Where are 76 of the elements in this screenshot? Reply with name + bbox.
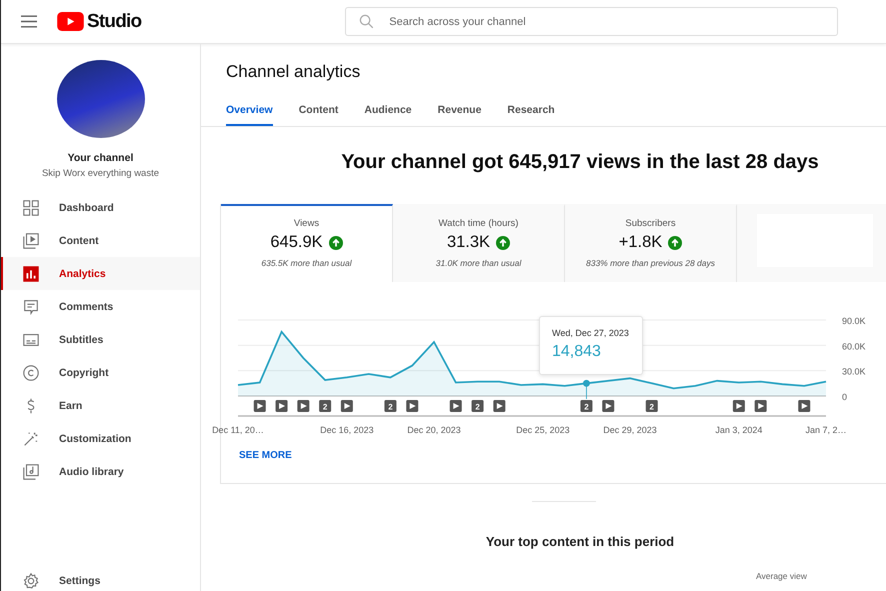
sidebar-item[interactable]: Earn: [1, 389, 200, 422]
x-tick-label: Dec 29, 2023: [603, 425, 657, 435]
sidebar-item[interactable]: Dashboard: [1, 191, 200, 224]
sidebar-item[interactable]: Analytics: [1, 257, 200, 290]
metric-value: +1.8K: [618, 233, 662, 252]
metric-note: 833% more than previous 28 days: [586, 258, 715, 268]
video-marker-icon[interactable]: [297, 400, 310, 412]
see-more-link[interactable]: SEE MORE: [239, 450, 292, 461]
comments-icon: [22, 298, 40, 316]
copyright-icon: [22, 364, 40, 382]
tab[interactable]: Content: [298, 104, 338, 126]
customization-icon: [22, 430, 40, 448]
video-marker-icon[interactable]: [754, 400, 767, 412]
logo-text: Studio: [87, 10, 142, 32]
audio-icon: [22, 462, 40, 480]
sidebar-item[interactable]: Copyright: [1, 356, 200, 389]
metric-label: Subscribers: [625, 218, 676, 229]
settings-icon: [22, 572, 40, 590]
y-tick-label: 30.0K: [842, 366, 866, 377]
y-tick-label: 60.0K: [842, 341, 866, 352]
metric-tab[interactable]: Subscribers +1.8K 833% more than previous 28 days: [565, 204, 737, 282]
metric-note: 635.5K more than usual: [261, 258, 352, 268]
tab[interactable]: Research: [507, 104, 555, 126]
tab[interactable]: Revenue: [438, 104, 482, 126]
x-tick-label: Dec 16, 2023: [320, 425, 374, 435]
y-tick-label: 90.0K: [842, 316, 866, 326]
tooltip-date: Wed, Dec 27, 2023: [552, 328, 630, 338]
metric-label: Views: [294, 218, 320, 229]
video-marker-icon[interactable]: [406, 400, 418, 412]
x-tick-label: Dec 25, 2023: [516, 425, 570, 435]
video-marker-icon[interactable]: [798, 400, 810, 412]
tooltip-value: 14,843: [552, 343, 602, 361]
tab[interactable]: Overview: [226, 104, 273, 126]
play-logo-icon: [57, 12, 84, 31]
x-tick-label: Jan 7, 2…: [805, 425, 847, 435]
menu-icon[interactable]: [21, 15, 37, 28]
video-marker-icon[interactable]: [340, 400, 353, 412]
metric-value: 31.3K: [446, 233, 490, 252]
sidebar-item[interactable]: Settings: [1, 564, 200, 591]
video-marker-icon[interactable]: [254, 400, 266, 412]
metric-value: 645.9K: [270, 233, 323, 252]
y-tick-label: 0: [842, 392, 848, 402]
metric-note: 31.0K more than usual: [436, 258, 522, 268]
headline: Your channel got 645,917 views in the last 28 days: [340, 151, 820, 174]
sidebar-item[interactable]: Comments: [1, 290, 200, 323]
video-marker-icon[interactable]: [493, 400, 506, 412]
search-field[interactable]: Search across your channel: [345, 7, 838, 36]
metric-tab[interactable]: Views 645.9K 635.5K more than usual: [221, 204, 393, 282]
sidebar-item[interactable]: Audio library: [1, 455, 200, 488]
x-tick-label: Dec 20, 2023: [407, 425, 461, 435]
metric-tab[interactable]: Watch time (hours) 31.3K 31.0K more than usual: [393, 204, 565, 282]
sidebar-item[interactable]: Content: [1, 224, 200, 257]
x-tick-label: Jan 3, 2024: [715, 425, 762, 435]
x-tick-label: Dec 11, 20…: [212, 425, 264, 435]
tab[interactable]: Audience: [364, 104, 412, 126]
metric-label: Watch time (hours): [438, 218, 518, 229]
sidebar-item[interactable]: Customization: [1, 422, 200, 455]
video-count-marker[interactable]: 2: [580, 400, 592, 412]
video-count-marker[interactable]: 2: [319, 400, 332, 412]
video-count-marker[interactable]: 2: [384, 400, 396, 412]
channel-name: Skip Worx everything waste: [42, 168, 160, 179]
column-header: Average view: [756, 571, 808, 581]
video-count-marker[interactable]: 2: [646, 400, 658, 412]
video-marker-icon[interactable]: [276, 400, 288, 412]
section-title: Your top content in this period: [484, 534, 676, 549]
dashboard-icon: [22, 198, 40, 216]
analytics-icon: [22, 264, 40, 282]
video-marker-icon[interactable]: [450, 400, 462, 412]
page-title: Channel analytics: [226, 62, 362, 82]
video-marker-icon[interactable]: [602, 400, 614, 412]
sidebar-item[interactable]: Subtitles: [1, 323, 200, 356]
video-count-marker[interactable]: 2: [472, 400, 484, 412]
content-icon: [22, 232, 40, 250]
video-marker-icon[interactable]: [732, 400, 745, 412]
channel-title: Your channel: [68, 152, 134, 164]
chart-point[interactable]: [582, 380, 590, 387]
